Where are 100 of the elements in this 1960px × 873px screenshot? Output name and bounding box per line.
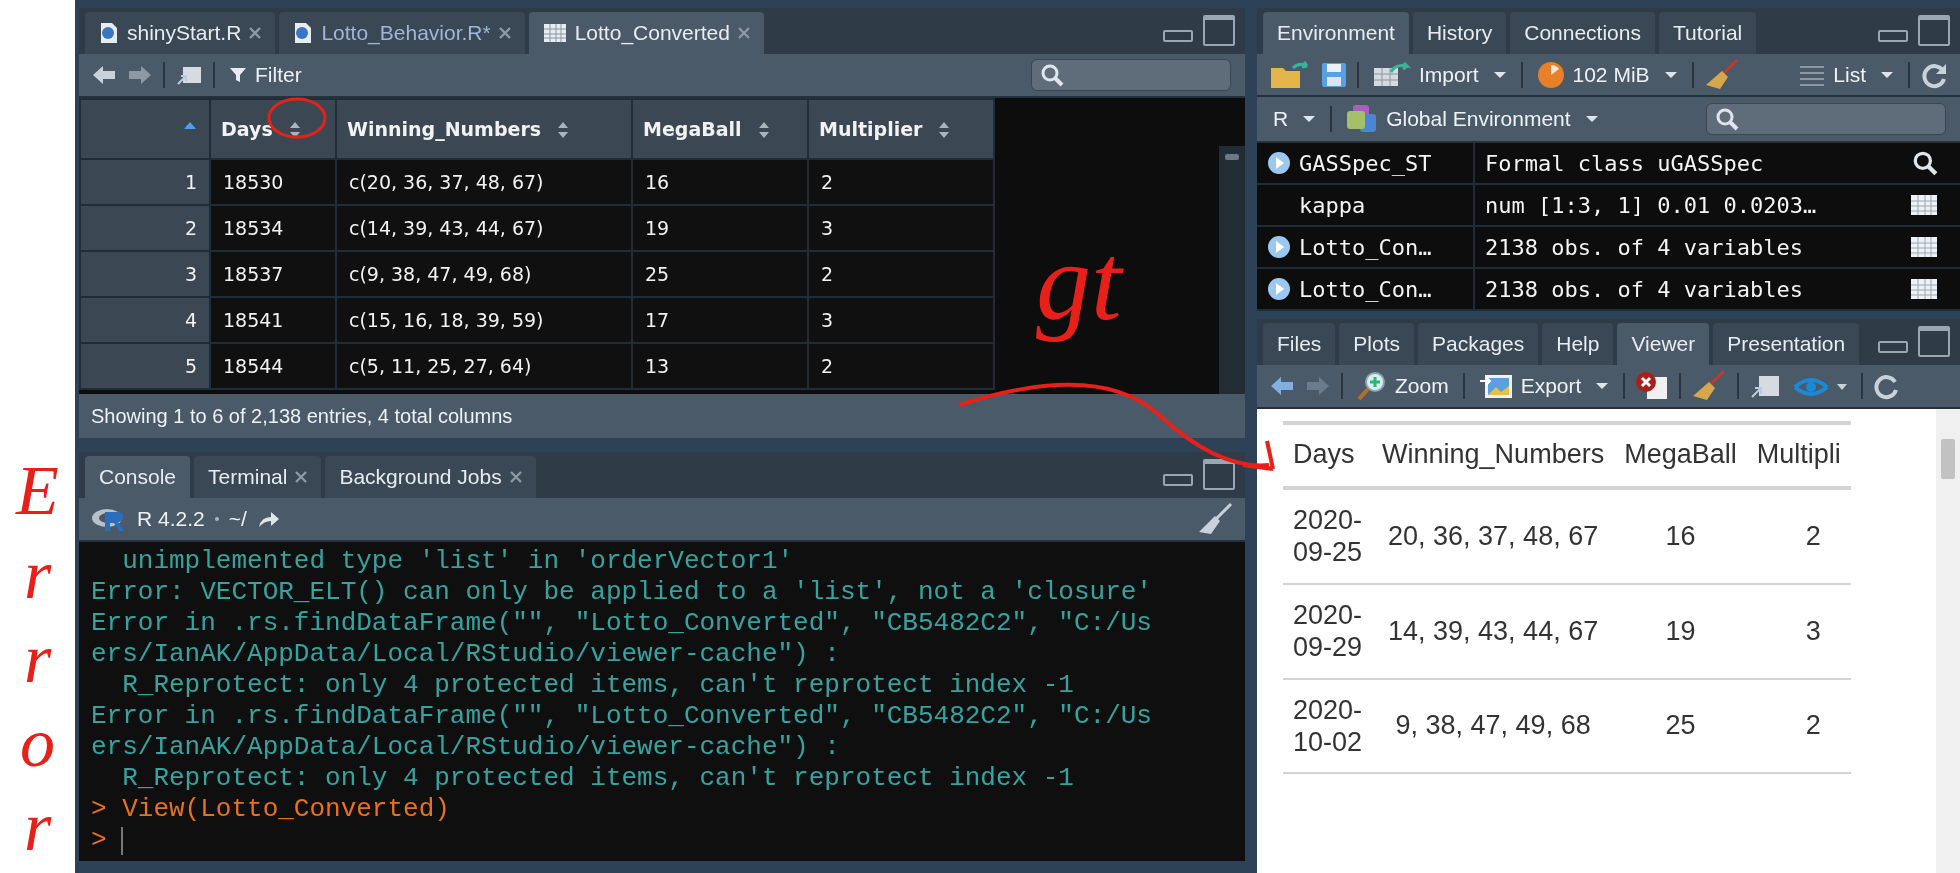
caret-icon <box>1302 115 1317 124</box>
table-cell: 2 <box>1746 488 1851 584</box>
environment-row[interactable]: Lotto_Con… 2138 obs. of 4 variables <box>1257 269 1960 311</box>
close-icon[interactable] <box>737 27 750 39</box>
working-directory: ~/ <box>228 507 247 531</box>
table-cell: 16 <box>632 159 808 205</box>
back-arrow-icon[interactable] <box>91 64 117 86</box>
folder-icon[interactable] <box>1269 59 1311 90</box>
table-icon[interactable] <box>1910 235 1938 259</box>
maximize-icon[interactable] <box>1203 459 1235 490</box>
export-button[interactable]: Export <box>1474 372 1614 400</box>
expand-icon[interactable] <box>1267 151 1291 175</box>
sort-ascending-icon <box>183 120 197 130</box>
environment-row[interactable]: Lotto_Con… 2138 obs. of 4 variables <box>1257 227 1960 269</box>
column-header[interactable]: MegaBall <box>632 99 808 159</box>
zoom-button[interactable]: Zoom <box>1353 371 1453 401</box>
view-mode-button[interactable]: List <box>1795 62 1898 87</box>
console-tab[interactable]: Console <box>85 456 191 498</box>
close-icon[interactable] <box>509 471 522 483</box>
import-dataset-button[interactable]: Import <box>1369 61 1511 88</box>
search-icon[interactable] <box>1912 150 1938 176</box>
caret-icon <box>1663 70 1678 79</box>
forward-arrow-icon[interactable] <box>127 64 153 86</box>
column-header: MegaBall <box>1614 423 1747 488</box>
editor-tab[interactable]: shinyStart.R <box>85 12 276 54</box>
minimize-icon[interactable] <box>1163 30 1193 42</box>
table-cell: c(20, 36, 37, 48, 67) <box>336 159 632 205</box>
minimize-icon[interactable] <box>1163 474 1193 486</box>
viewer-tab[interactable]: Plots <box>1339 323 1415 365</box>
table-cell: 3 <box>808 297 994 343</box>
viewer-tab[interactable]: Files <box>1263 323 1336 365</box>
save-icon[interactable] <box>1321 61 1347 88</box>
viewer-tab[interactable]: Packages <box>1418 323 1539 365</box>
variable-value: 2138 obs. of 4 variables <box>1485 276 1803 302</box>
scrollbar-thumb[interactable] <box>1225 154 1239 160</box>
column-header[interactable]: Days <box>210 99 336 159</box>
r-version: R 4.2.2 <box>137 507 205 531</box>
back-arrow-icon[interactable] <box>1269 375 1295 397</box>
expand-icon[interactable] <box>1267 277 1291 301</box>
environment-tab[interactable]: Environment <box>1263 11 1409 54</box>
popout-icon[interactable] <box>175 64 203 86</box>
search-field[interactable] <box>1706 103 1946 136</box>
broom-icon[interactable] <box>1197 502 1233 536</box>
refresh-icon[interactable] <box>1873 372 1900 400</box>
expand-icon[interactable] <box>1267 235 1291 259</box>
table-cell: 19 <box>1614 583 1747 679</box>
minimize-icon[interactable] <box>1878 341 1908 353</box>
column-header[interactable]: Multiplier <box>808 99 994 159</box>
console-line: ers/IanAK/AppData/Local/RStudio/viewer-cache") : <box>91 639 840 670</box>
close-icon[interactable] <box>249 27 262 39</box>
remove-icon[interactable] <box>1635 371 1670 401</box>
close-icon[interactable] <box>498 27 511 39</box>
filter-button[interactable]: Filter <box>225 63 306 87</box>
console-tab[interactable]: Terminal <box>194 456 322 498</box>
table-icon[interactable] <box>1910 193 1938 217</box>
editor-tab[interactable]: Lotto_Behavior.R* <box>279 12 525 54</box>
close-icon[interactable] <box>295 471 308 483</box>
table-cell: 18530 <box>210 159 336 205</box>
environment-tab[interactable]: Connections <box>1510 11 1655 54</box>
table-cell: 2020-09-25 <box>1283 488 1373 584</box>
viewer-tab[interactable]: Viewer <box>1617 323 1710 365</box>
console-line: ers/IanAK/AppData/Local/RStudio/viewer-cache") : <box>91 732 840 763</box>
table-cell: 18541 <box>210 297 336 343</box>
maximize-icon[interactable] <box>1918 14 1950 46</box>
maximize-icon[interactable] <box>1918 326 1950 357</box>
table-cell: 14, 39, 43, 44, 67 <box>1372 583 1615 679</box>
console-tab[interactable]: Background Jobs <box>325 456 536 498</box>
table-cell: 2 <box>808 159 994 205</box>
scrollbar-thumb[interactable] <box>1941 439 1955 479</box>
row-number: 4 <box>80 297 210 343</box>
environment-row[interactable]: GASSpec_ST Formal class uGASSpec <box>1257 143 1960 185</box>
table-cell: c(15, 16, 18, 39, 59) <box>336 297 632 343</box>
variable-value: num [1:3, 1] 0.01 0.0203… <box>1485 192 1817 218</box>
table-cell: 9, 38, 47, 49, 68 <box>1372 678 1615 774</box>
environment-row[interactable]: kappa num [1:3, 1] 0.01 0.0203… <box>1257 185 1960 227</box>
column-header[interactable]: Winning_Numbers <box>336 99 632 159</box>
console-line: Error in .rs.findDataFrame("", "Lotto_Converted", "CB5482C2", "C:/Us <box>91 608 1152 639</box>
row-number: 3 <box>80 251 210 297</box>
viewer-tab[interactable]: Presentation <box>1713 323 1860 365</box>
column-header: Days <box>1283 423 1373 488</box>
environment-dropdown[interactable]: Global Environment <box>1342 104 1603 135</box>
editor-tab[interactable]: Lotto_Converted <box>528 12 764 54</box>
text-cursor <box>120 826 123 855</box>
search-field[interactable] <box>1031 59 1231 91</box>
memory-usage-button[interactable]: 102 MiB <box>1532 60 1682 89</box>
environment-tab[interactable]: Tutorial <box>1659 11 1757 54</box>
language-dropdown[interactable]: R <box>1269 107 1321 132</box>
table-import-icon <box>1373 61 1411 88</box>
minimize-icon[interactable] <box>1878 29 1908 42</box>
table-cell: 25 <box>632 251 808 297</box>
maximize-icon[interactable] <box>1203 15 1235 46</box>
table-icon[interactable] <box>1910 277 1938 301</box>
broom-icon[interactable] <box>1691 369 1728 403</box>
table-cell: 3 <box>1746 583 1851 679</box>
arrow-icon[interactable] <box>256 509 281 529</box>
viewer-tab[interactable]: Help <box>1542 323 1614 365</box>
environment-tab[interactable]: History <box>1412 11 1507 54</box>
popout-icon[interactable] <box>1749 373 1782 399</box>
magnifier-plus-icon <box>1357 371 1387 401</box>
table-cell: 18534 <box>210 205 336 251</box>
